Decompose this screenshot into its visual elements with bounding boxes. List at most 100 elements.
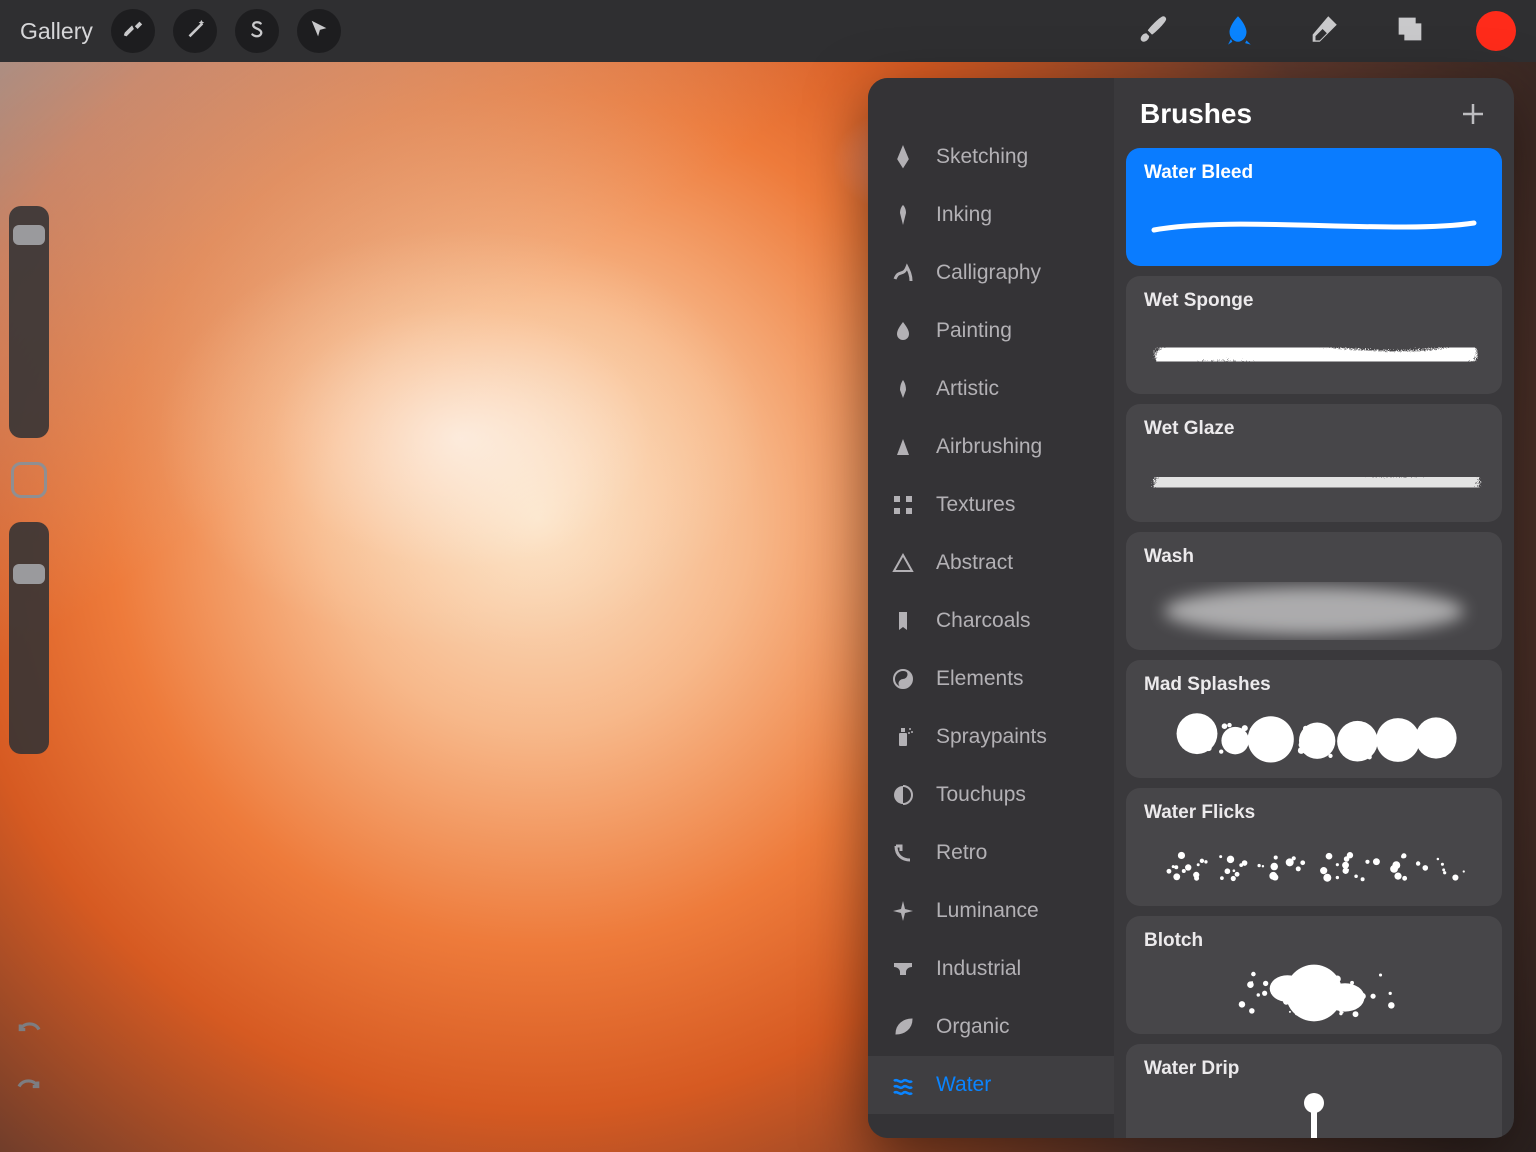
brush-name-label: Water Flicks bbox=[1144, 802, 1484, 824]
smudge-icon bbox=[1221, 12, 1255, 51]
anvil-icon bbox=[890, 956, 916, 982]
brush-blotch[interactable]: Blotch bbox=[1126, 916, 1502, 1034]
gallery-button[interactable]: Gallery bbox=[20, 18, 93, 45]
nib-icon bbox=[890, 144, 916, 170]
charcoal-icon bbox=[890, 608, 916, 634]
category-artistic[interactable]: Artistic bbox=[868, 360, 1114, 418]
category-label: Abstract bbox=[936, 551, 1013, 575]
category-retro[interactable]: Retro bbox=[868, 824, 1114, 882]
category-painting[interactable]: Painting bbox=[868, 302, 1114, 360]
undo-icon bbox=[14, 1029, 44, 1046]
undo-button[interactable] bbox=[14, 1012, 44, 1047]
eraser-icon bbox=[1307, 12, 1341, 51]
triangle-icon bbox=[890, 550, 916, 576]
category-label: Textures bbox=[936, 493, 1015, 517]
plus-icon bbox=[1458, 116, 1488, 133]
category-label: Spraypaints bbox=[936, 725, 1047, 749]
eraser-tool-button[interactable] bbox=[1304, 11, 1344, 51]
wrench-icon bbox=[122, 18, 144, 45]
brush-mad-splashes[interactable]: Mad Splashes bbox=[1126, 660, 1502, 778]
brush-stroke-preview bbox=[1144, 578, 1484, 640]
brush-stroke-preview bbox=[1144, 194, 1484, 256]
brushes-popover: Sketching Inking Calligraphy Painting Artist… bbox=[868, 78, 1514, 1138]
category-organic[interactable]: Organic bbox=[868, 998, 1114, 1056]
category-sketching[interactable]: Sketching bbox=[868, 128, 1114, 186]
star-icon bbox=[890, 898, 916, 924]
spraycan-icon bbox=[890, 724, 916, 750]
brush-stroke-preview bbox=[1144, 1090, 1484, 1138]
waves-icon bbox=[890, 1072, 916, 1098]
category-inking[interactable]: Inking bbox=[868, 186, 1114, 244]
category-touchups[interactable]: Touchups bbox=[868, 766, 1114, 824]
brush-name-label: Wet Glaze bbox=[1144, 418, 1484, 440]
brush-name-label: Wash bbox=[1144, 546, 1484, 568]
brush-category-list[interactable]: Sketching Inking Calligraphy Painting Artist… bbox=[868, 78, 1114, 1138]
category-label: Water bbox=[936, 1073, 991, 1097]
layers-icon bbox=[1393, 12, 1427, 51]
redo-button[interactable] bbox=[14, 1069, 44, 1104]
pen-icon bbox=[890, 202, 916, 228]
category-luminance[interactable]: Luminance bbox=[868, 882, 1114, 940]
category-label: Calligraphy bbox=[936, 261, 1041, 285]
category-spraypaints[interactable]: Spraypaints bbox=[868, 708, 1114, 766]
category-water[interactable]: Water bbox=[868, 1056, 1114, 1114]
modify-button[interactable] bbox=[11, 462, 47, 498]
retro-icon bbox=[890, 840, 916, 866]
layers-button[interactable] bbox=[1390, 11, 1430, 51]
brush-name-label: Wet Sponge bbox=[1144, 290, 1484, 312]
category-label: Artistic bbox=[936, 377, 999, 401]
yinyang-icon bbox=[890, 666, 916, 692]
brush-opacity-thumb[interactable] bbox=[13, 564, 45, 584]
category-industrial[interactable]: Industrial bbox=[868, 940, 1114, 998]
brush-stroke-preview bbox=[1144, 322, 1484, 384]
category-label: Airbrushing bbox=[936, 435, 1042, 459]
brush-water-bleed[interactable]: Water Bleed bbox=[1126, 148, 1502, 266]
smudge-tool-button[interactable] bbox=[1218, 11, 1258, 51]
category-charcoals[interactable]: Charcoals bbox=[868, 592, 1114, 650]
category-label: Charcoals bbox=[936, 609, 1031, 633]
brush-water-flicks[interactable]: Water Flicks bbox=[1126, 788, 1502, 906]
brush-stroke-preview bbox=[1144, 962, 1484, 1024]
shell-icon bbox=[890, 782, 916, 808]
brush-wet-glaze[interactable]: Wet Glaze bbox=[1126, 404, 1502, 522]
category-label: Industrial bbox=[936, 957, 1021, 981]
brushtip-icon bbox=[890, 376, 916, 402]
brush-name-label: Water Bleed bbox=[1144, 162, 1484, 184]
brush-water-drip[interactable]: Water Drip bbox=[1126, 1044, 1502, 1138]
category-label: Organic bbox=[936, 1015, 1010, 1039]
transform-button[interactable] bbox=[297, 9, 341, 53]
undo-redo-group bbox=[14, 1012, 44, 1104]
brush-tool-button[interactable] bbox=[1132, 11, 1172, 51]
leaf-icon bbox=[890, 1014, 916, 1040]
brush-list[interactable]: Water Bleed Wet Sponge Wet Glaze Wash Mad Sp… bbox=[1114, 148, 1514, 1138]
brush-size-thumb[interactable] bbox=[13, 225, 45, 245]
adjustments-button[interactable] bbox=[173, 9, 217, 53]
brush-wet-sponge[interactable]: Wet Sponge bbox=[1126, 276, 1502, 394]
category-label: Retro bbox=[936, 841, 987, 865]
category-label: Touchups bbox=[936, 783, 1026, 807]
grid-icon bbox=[890, 492, 916, 518]
brush-opacity-slider[interactable] bbox=[9, 522, 49, 754]
category-elements[interactable]: Elements bbox=[868, 650, 1114, 708]
actions-button[interactable] bbox=[111, 9, 155, 53]
category-calligraphy[interactable]: Calligraphy bbox=[868, 244, 1114, 302]
popover-title: Brushes bbox=[1140, 98, 1252, 130]
paintbrush-icon bbox=[1135, 12, 1169, 51]
category-abstract[interactable]: Abstract bbox=[868, 534, 1114, 592]
brush-size-slider[interactable] bbox=[9, 206, 49, 438]
category-label: Inking bbox=[936, 203, 992, 227]
drop-icon bbox=[890, 318, 916, 344]
add-brush-button[interactable] bbox=[1458, 99, 1488, 129]
category-label: Luminance bbox=[936, 899, 1039, 923]
color-picker-button[interactable] bbox=[1476, 11, 1516, 51]
brush-stroke-preview bbox=[1144, 706, 1484, 768]
airbrush-icon bbox=[890, 434, 916, 460]
category-airbrushing[interactable]: Airbrushing bbox=[868, 418, 1114, 476]
calligraphy-icon bbox=[890, 260, 916, 286]
brush-name-label: Mad Splashes bbox=[1144, 674, 1484, 696]
category-label: Elements bbox=[936, 667, 1024, 691]
brush-stroke-preview bbox=[1144, 450, 1484, 512]
brush-wash[interactable]: Wash bbox=[1126, 532, 1502, 650]
category-textures[interactable]: Textures bbox=[868, 476, 1114, 534]
selection-button[interactable] bbox=[235, 9, 279, 53]
